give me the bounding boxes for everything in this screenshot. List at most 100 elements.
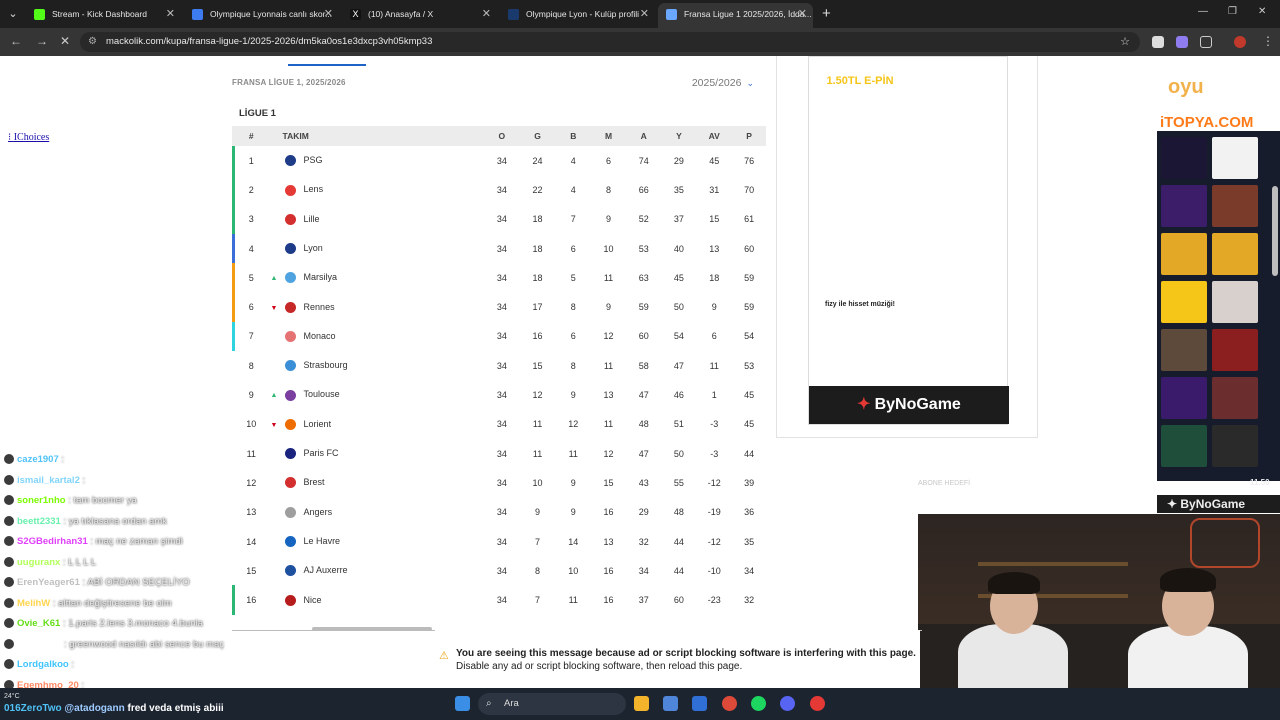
spotify-icon[interactable] (751, 696, 766, 711)
table-row[interactable]: 16 Nice 34 7 11 16 37 60 -23 32 (232, 585, 766, 615)
team-name[interactable]: Lorient (304, 419, 332, 429)
team-name[interactable]: Rennes (304, 302, 335, 312)
table-row[interactable]: 8 Strasbourg 34 15 8 11 58 47 11 53 (232, 351, 766, 380)
table-row[interactable]: 1 PSG 34 24 4 6 74 29 45 76 (232, 146, 766, 176)
url-field[interactable]: ⚙ mackolik.com/kupa/fransa-ligue-1/2025-… (80, 32, 1140, 52)
team-name[interactable]: Lens (304, 184, 324, 194)
extension-icon[interactable] (1152, 36, 1164, 48)
forward-arrow-icon[interactable]: → (36, 34, 48, 48)
tab-kick-dashboard[interactable]: Stream - Kick Dashboard ✕ (26, 3, 181, 25)
taskbar-search[interactable]: ⌕ Ara (478, 693, 626, 715)
ad-tile-fizy[interactable]: fizy ile hisset müziği! (817, 295, 903, 381)
team-cell[interactable]: Strasbourg (271, 351, 484, 380)
team-cell[interactable]: Paris FC (271, 439, 484, 468)
close-icon[interactable]: ✕ (640, 3, 649, 25)
ad-tile-halo-500[interactable]: 500 (817, 207, 903, 291)
col-header-position[interactable]: # (232, 126, 271, 146)
new-tab-button[interactable]: + (822, 3, 831, 25)
maximize-icon[interactable]: ❐ (1228, 6, 1237, 17)
ad-tile-planet-coaster[interactable]: PLANET COASTER (813, 133, 907, 187)
table-row[interactable]: 12 Brest 34 10 9 15 43 55 -12 39 (232, 468, 766, 497)
profile-avatar[interactable] (1234, 36, 1246, 48)
team-cell[interactable]: Brest (271, 468, 484, 497)
team-cell[interactable]: PSG (271, 146, 484, 175)
table-row[interactable]: 13 Angers 34 9 9 16 29 48 -19 36 (232, 498, 766, 527)
page-scrollbar[interactable] (1272, 186, 1278, 276)
close-icon[interactable]: ✕ (482, 3, 491, 25)
team-cell[interactable]: ▲ Toulouse (271, 380, 484, 409)
ad-banner[interactable]: 1.50TL E-PİN ⌣ PLANET COASTER 500 11.500… (808, 56, 1009, 425)
tab-lyon-live-score[interactable]: Olympique Lyonnais canlı skor... ✕ (184, 3, 339, 25)
bookmark-star-icon[interactable]: ☆ (1120, 32, 1130, 52)
team-name[interactable]: Lyon (304, 243, 323, 253)
team-cell[interactable]: Lille (271, 205, 484, 234)
weather-widget[interactable]: 24°C (4, 693, 20, 700)
back-arrow-icon[interactable]: ← (10, 34, 22, 48)
team-cell[interactable]: ▼ Rennes (271, 292, 484, 321)
table-row[interactable]: 3 Lille 34 18 7 9 52 37 15 61 (232, 204, 766, 234)
table-row[interactable]: 11 Paris FC 34 11 11 12 47 50 -3 44 (232, 439, 766, 468)
season-dropdown[interactable]: 2025/2026 ⌄ (692, 77, 754, 89)
close-icon[interactable]: ✕ (798, 3, 807, 25)
col-header-won[interactable]: G (519, 126, 556, 146)
team-name[interactable]: Lille (304, 214, 320, 224)
tab-search-icon[interactable]: ⌄ (4, 5, 22, 23)
stop-loading-icon[interactable]: ✕ (60, 34, 70, 48)
extension-icon[interactable] (1176, 36, 1188, 48)
table-row[interactable]: 5 ▲ Marsilya 34 18 5 11 63 45 18 59 (232, 263, 766, 293)
team-cell[interactable]: ▲ Marsilya (271, 263, 484, 292)
team-name[interactable]: Brest (304, 477, 325, 487)
col-header-goal-diff[interactable]: AV (696, 126, 733, 146)
store-icon[interactable] (663, 696, 678, 711)
team-cell[interactable]: Lens (271, 175, 484, 204)
table-row[interactable]: 7 Monaco 34 16 6 12 60 54 6 54 (232, 321, 766, 352)
team-cell[interactable]: ▼ Lorient (271, 410, 484, 439)
team-name[interactable]: Toulouse (304, 389, 340, 399)
ad-tile-character[interactable] (927, 295, 989, 381)
table-row[interactable]: 6 ▼ Rennes 34 17 8 9 59 50 9 59 (232, 292, 766, 322)
tab-lyon-club-profile[interactable]: Olympique Lyon - Kulüp profili ✕ (500, 3, 655, 25)
ad-tile-amazon[interactable]: ⌣ (911, 57, 1005, 99)
discord-icon[interactable] (780, 696, 795, 711)
team-cell[interactable]: Monaco (271, 322, 484, 351)
col-header-goals-against[interactable]: Y (661, 126, 697, 146)
team-name[interactable]: Marsilya (304, 272, 338, 282)
extensions-puzzle-icon[interactable] (1200, 36, 1212, 48)
app-icon[interactable] (810, 696, 825, 711)
team-cell[interactable]: AJ Auxerre (271, 556, 484, 585)
col-header-goals-for[interactable]: A (625, 126, 662, 146)
col-header-lost[interactable]: M (591, 126, 626, 146)
tab-ligue1-standings[interactable]: Fransa Ligue 1 2025/2026, İdda... ✕ (658, 3, 813, 28)
team-name[interactable]: Le Havre (304, 536, 341, 546)
team-name[interactable]: PSG (304, 155, 323, 165)
table-row[interactable]: 10 ▼ Lorient 34 11 12 11 48 51 -3 45 (232, 410, 766, 439)
team-name[interactable]: Angers (304, 507, 333, 517)
ad-tile-borderlands[interactable] (927, 117, 989, 203)
team-cell[interactable]: Lyon (271, 234, 484, 263)
col-header-team[interactable]: TAKIM (270, 126, 484, 146)
col-header-points[interactable]: P (732, 126, 766, 146)
file-explorer-icon[interactable] (634, 696, 649, 711)
ichoices-link[interactable]: ⁝ IChoices (8, 132, 49, 143)
col-header-played[interactable]: O (484, 126, 520, 146)
col-header-drawn[interactable]: B (555, 126, 592, 146)
ad-tile-halo-11500[interactable]: 11.500 (915, 207, 1001, 291)
table-row[interactable]: 2 Lens 34 22 4 8 66 35 31 70 (232, 175, 766, 205)
site-info-icon[interactable]: ⚙ (88, 32, 97, 52)
table-row[interactable]: 4 Lyon 34 18 6 10 53 40 13 60 (232, 233, 766, 264)
table-row[interactable]: 14 Le Havre 34 7 14 13 32 44 -12 35 (232, 527, 766, 556)
team-name[interactable]: Paris FC (304, 448, 339, 458)
kebab-menu-icon[interactable]: ⋮ (1262, 34, 1274, 48)
team-name[interactable]: Nice (304, 595, 322, 605)
team-cell[interactable]: Nice (271, 585, 484, 614)
bynogame-banner[interactable]: ✦ ByNoGame (809, 386, 1009, 424)
team-name[interactable]: AJ Auxerre (304, 565, 348, 575)
table-row[interactable]: 9 ▲ Toulouse 34 12 9 13 47 46 1 45 (232, 380, 766, 409)
close-icon[interactable]: ✕ (324, 3, 333, 25)
chrome-icon[interactable] (722, 696, 737, 711)
ad-tile-epin[interactable]: 1.50TL E-PİN (817, 57, 903, 112)
table-row[interactable]: 15 AJ Auxerre 34 8 10 16 34 44 -10 34 (232, 556, 766, 585)
team-name[interactable]: Strasbourg (304, 360, 348, 370)
team-cell[interactable]: Angers (271, 498, 484, 527)
tab-x-home[interactable]: X (10) Anasayfa / X ✕ (342, 3, 497, 25)
